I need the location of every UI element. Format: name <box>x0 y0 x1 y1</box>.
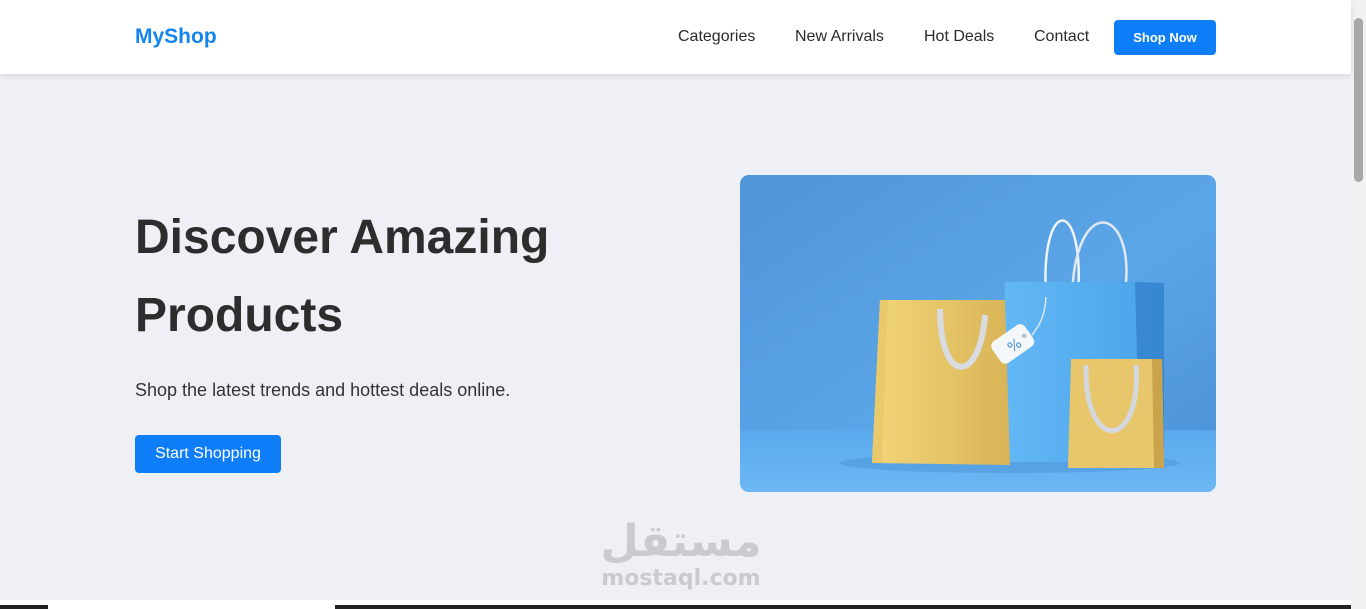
hero-title: Discover Amazing Products <box>135 211 550 342</box>
nav-link-categories[interactable]: Categories <box>678 28 755 46</box>
shopping-bags-illustration: % <box>740 175 1216 492</box>
hero-image: % <box>740 175 1216 492</box>
nav-link-new-arrivals[interactable]: New Arrivals <box>795 28 884 46</box>
window-bottom-segment <box>48 605 335 609</box>
watermark: مستقل mostaql.com <box>596 518 766 598</box>
watermark-latin-text: mostaql.com <box>601 566 761 591</box>
top-navbar: MyShop Categories New Arrivals Hot Deals… <box>0 0 1351 74</box>
nav-link-contact[interactable]: Contact <box>1034 28 1089 46</box>
scrollbar-thumb[interactable] <box>1354 18 1363 182</box>
hero-subtitle: Shop the latest trends and hottest deals… <box>135 380 511 400</box>
vertical-scrollbar[interactable] <box>1351 0 1366 609</box>
shop-now-button[interactable]: Shop Now <box>1114 20 1216 55</box>
watermark-arabic-text: مستقل <box>600 516 762 567</box>
nav-link-hot-deals[interactable]: Hot Deals <box>924 28 994 46</box>
start-shopping-button[interactable]: Start Shopping <box>135 435 281 473</box>
